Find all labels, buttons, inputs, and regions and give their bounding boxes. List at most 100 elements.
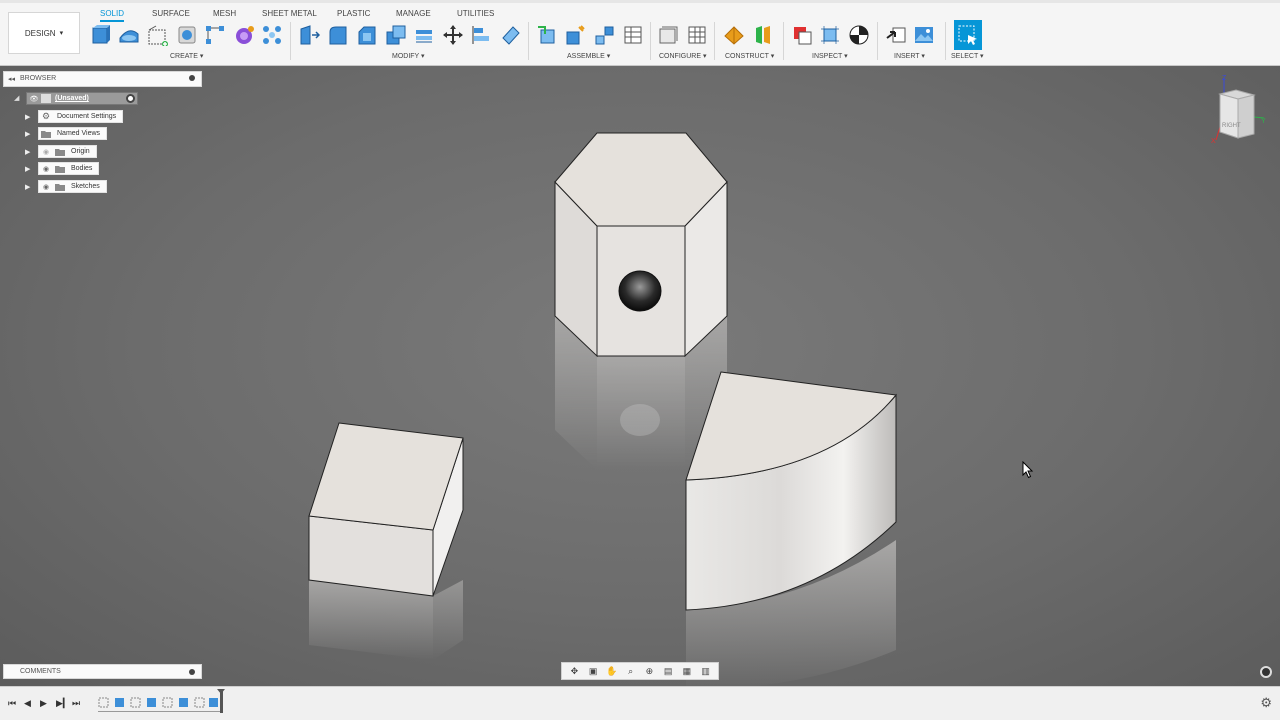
offset-plane-icon[interactable] [722,22,746,48]
orbit-icon[interactable]: ✥ [567,665,581,677]
create-sketch-icon[interactable] [117,22,141,48]
as-built-joint-icon[interactable] [592,22,616,48]
timeline-sketch-feature[interactable] [130,696,141,708]
create-menu[interactable]: CREATE ▾ [170,52,203,60]
shell-icon[interactable] [384,22,408,48]
display-settings-icon[interactable]: ▤ [661,665,675,677]
form-icon[interactable] [232,22,256,48]
configuration-table-icon[interactable] [685,22,709,48]
timeline-sketch-feature[interactable] [194,696,205,708]
tab-solid[interactable]: SOLID [100,7,125,22]
expand-arrow-icon[interactable]: ▶ [25,110,33,123]
inspect-menu[interactable]: INSPECT ▾ [812,52,848,60]
viewports-icon[interactable]: ▥ [699,665,713,677]
timeline-sketch-feature[interactable] [98,696,109,708]
new-component-icon[interactable] [535,22,559,48]
eye-icon[interactable]: ◉ [39,148,53,156]
grid-settings-icon[interactable]: ▦ [680,665,694,677]
step-back-icon[interactable]: ◀ [24,698,31,709]
eye-icon[interactable]: 👁 [27,95,41,103]
timeline-extrude-feature[interactable] [178,696,189,708]
modify-menu[interactable]: MODIFY ▾ [392,52,425,60]
tree-item-label: Named Views [57,130,101,137]
add-comment-icon[interactable] [189,669,195,675]
construct-label: CONSTRUCT [725,53,769,60]
tree-item-sketches[interactable]: ◉ Sketches [38,180,107,193]
select-icon[interactable] [954,20,982,50]
look-at-icon[interactable]: ▣ [586,665,600,677]
pin-icon[interactable] [189,75,195,81]
chamfer-icon[interactable] [355,22,379,48]
timeline-extrude-feature[interactable] [208,696,219,708]
expand-arrow-icon[interactable]: ▶ [25,127,33,140]
activate-radio-icon[interactable] [126,94,135,103]
select-menu[interactable]: SELECT ▾ [951,52,984,60]
eye-icon[interactable]: ◉ [39,183,53,191]
plane-at-angle-icon[interactable] [751,22,775,48]
expand-root-icon[interactable]: ◢ [14,94,19,102]
fillet-icon[interactable] [326,22,350,48]
timeline-marker[interactable] [217,689,225,713]
tree-root-box[interactable]: 👁 (Unsaved) [26,92,138,105]
collapse-icon[interactable]: ◂◂ [8,75,15,83]
tab-surface[interactable]: SURFACE [152,7,190,20]
zoom-window-icon[interactable]: ⊕ [642,665,656,677]
pattern-icon[interactable] [260,22,284,48]
timeline-extrude-feature[interactable] [146,696,157,708]
canvas-viewport[interactable] [0,66,1280,686]
tree-item-origin[interactable]: ◉ Origin [38,145,97,158]
tab-utilities[interactable]: UTILITIES [457,7,494,20]
move-icon[interactable] [441,22,465,48]
rigid-group-icon[interactable] [621,22,645,48]
tree-item-document-settings[interactable]: ⚙ Document Settings [38,110,124,123]
go-to-start-icon[interactable]: ⏮ [8,698,16,709]
interference-icon[interactable] [818,22,842,48]
tab-plastic[interactable]: PLASTIC [337,7,370,20]
tab-manage[interactable]: MANAGE [396,7,431,20]
cube-body[interactable] [308,422,464,597]
measure-icon[interactable] [790,22,814,48]
construct-menu[interactable]: CONSTRUCT ▾ [725,52,774,60]
play-icon[interactable]: ▶ [40,698,47,709]
tree-item-named-views[interactable]: Named Views [38,127,108,140]
zoom-icon[interactable]: ⌕ [624,665,638,677]
create-label: CREATE [170,53,198,60]
align-icon[interactable] [469,22,493,48]
tree-item-bodies[interactable]: ◉ Bodies [38,162,100,175]
combine-icon[interactable] [412,22,436,48]
browser-panel-header[interactable]: ◂◂ BROWSER [3,71,202,87]
assemble-menu[interactable]: ASSEMBLE ▾ [567,52,610,60]
zebra-analysis-icon[interactable] [847,22,871,48]
step-forward-icon[interactable]: ▶▎ [56,698,70,709]
press-pull-icon[interactable] [297,22,321,48]
expand-arrow-icon[interactable]: ▶ [25,162,33,175]
go-to-end-icon[interactable]: ⏭ [72,698,80,709]
pan-icon[interactable]: ✋ [605,665,619,677]
axis-x-label: X [1211,138,1216,144]
status-icon[interactable] [1260,666,1272,678]
comments-panel[interactable]: COMMENTS [3,664,202,679]
timeline-extrude-feature[interactable] [114,696,125,708]
tab-mesh[interactable]: MESH [213,7,236,20]
sweep-icon[interactable] [203,22,227,48]
expand-arrow-icon[interactable]: ▶ [25,180,33,193]
delete-face-icon[interactable] [498,22,522,48]
view-cube[interactable]: Z Y X RIGHT [1208,72,1268,145]
eye-icon[interactable]: ◉ [39,165,53,173]
insert-derive-icon[interactable] [884,22,908,48]
revolve-icon[interactable] [175,22,199,48]
insert-menu[interactable]: INSERT ▾ [894,52,925,60]
configure-menu[interactable]: CONFIGURE ▾ [659,52,706,60]
workspace-switcher[interactable]: DESIGN ▾ [8,12,80,54]
new-component-icon[interactable] [88,22,112,48]
hex-prism-body[interactable] [554,132,728,358]
timeline-sketch-feature[interactable] [162,696,173,708]
expand-arrow-icon[interactable]: ▶ [25,145,33,158]
joint-icon[interactable] [563,22,587,48]
insert-canvas-icon[interactable] [912,22,936,48]
cube-reflection [309,580,463,660]
gear-icon[interactable]: ⚙ [1260,695,1272,711]
tab-sheet-metal[interactable]: SHEET METAL [262,7,317,20]
extrude-icon[interactable] [146,22,170,48]
configure-icon[interactable] [656,22,680,48]
